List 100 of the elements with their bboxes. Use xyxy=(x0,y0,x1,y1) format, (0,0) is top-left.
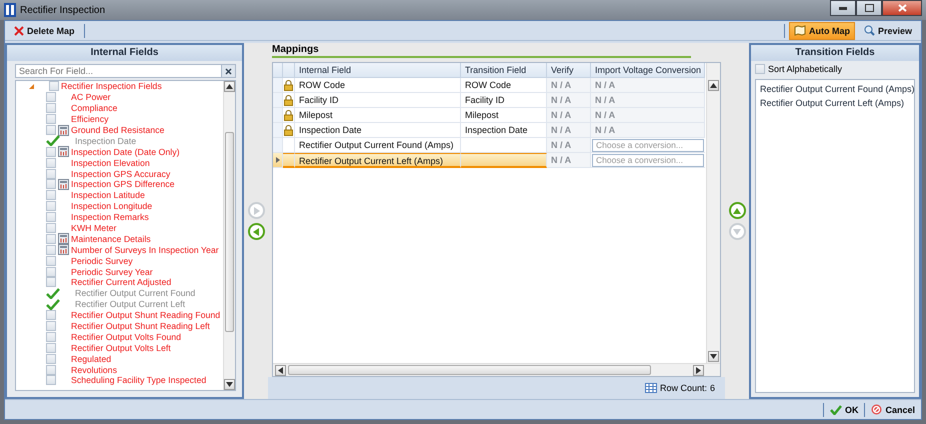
checkbox[interactable] xyxy=(46,234,56,244)
checkbox[interactable] xyxy=(46,310,56,320)
checkbox[interactable] xyxy=(46,244,56,255)
table-cell: N / A xyxy=(591,108,705,123)
checkbox[interactable] xyxy=(46,146,56,157)
tree-item[interactable]: Periodic Survey Year xyxy=(71,266,153,277)
tree-item[interactable]: Inspection Latitude xyxy=(71,190,145,200)
list-item[interactable]: Rectifier Output Current Left (Amps) xyxy=(760,98,904,109)
minimize-icon xyxy=(839,6,847,10)
tree-item[interactable]: Rectifier Output Volts Found xyxy=(71,332,182,342)
window-title: Rectifier Inspection xyxy=(20,4,106,16)
lock-icon xyxy=(284,124,293,136)
checkbox[interactable] xyxy=(46,364,56,375)
checkbox[interactable] xyxy=(46,256,56,266)
checkbox[interactable] xyxy=(46,277,56,288)
checkbox[interactable] xyxy=(46,103,56,114)
column-header[interactable]: Import Voltage Conversion xyxy=(591,63,705,78)
horizontal-scrollbar[interactable] xyxy=(273,363,720,376)
tree-item[interactable]: Efficiency xyxy=(71,114,108,124)
checkbox[interactable] xyxy=(46,342,56,353)
checkbox[interactable] xyxy=(46,92,56,102)
table-cell: Rectifier Output Current Found (Amps) xyxy=(295,138,461,153)
add-button[interactable] xyxy=(248,202,264,219)
tree-item[interactable]: Rectifier Current Adjusted xyxy=(71,277,172,288)
tree-item[interactable]: Rectifier Output Shunt Reading Left xyxy=(71,321,210,332)
scroll-down-button[interactable] xyxy=(224,379,235,390)
tree-item[interactable]: Inspection Date xyxy=(75,136,136,146)
collapse-icon[interactable] xyxy=(28,82,35,90)
tree-item[interactable]: Inspection GPS Difference xyxy=(71,179,175,190)
scroll-left-button[interactable] xyxy=(275,364,286,376)
tree-item[interactable]: Compliance xyxy=(71,103,118,114)
checkbox[interactable] xyxy=(46,190,56,200)
cancel-button[interactable]: Cancel xyxy=(869,404,917,415)
tree-item[interactable]: Rectifier Output Shunt Reading Found xyxy=(71,310,220,320)
close-button[interactable] xyxy=(882,0,922,16)
ok-button[interactable]: OK xyxy=(828,404,860,414)
tree-item[interactable]: Inspection GPS Accuracy xyxy=(71,168,170,179)
column-header[interactable]: Internal Field xyxy=(295,63,461,78)
row-selector[interactable] xyxy=(273,153,283,168)
checkbox[interactable] xyxy=(46,332,56,342)
checkbox[interactable] xyxy=(46,168,56,179)
tree-item[interactable]: Rectifier Output Current Found xyxy=(75,288,196,298)
scroll-up-button[interactable] xyxy=(224,81,235,92)
column-header[interactable]: Transition Field xyxy=(461,63,547,78)
close-icon xyxy=(898,4,906,12)
scroll-down-button[interactable] xyxy=(708,351,719,362)
table-cell: ROW Code xyxy=(295,78,461,93)
remove-button[interactable] xyxy=(248,223,264,240)
checkbox[interactable] xyxy=(46,201,56,212)
move-up-button[interactable] xyxy=(728,202,746,219)
toolbar-button[interactable]: Preview xyxy=(858,22,917,40)
conversion-dropdown[interactable]: Choose a conversion... xyxy=(592,154,704,167)
checkbox[interactable] xyxy=(46,354,56,364)
tree-item[interactable]: Ground Bed Resistance xyxy=(71,125,164,135)
row-count-label: Row Count: xyxy=(660,383,707,393)
tree-item[interactable]: Rectifier Output Volts Left xyxy=(71,342,171,353)
checkbox[interactable] xyxy=(46,223,56,234)
delete-map-button[interactable]: Delete Map xyxy=(9,22,80,40)
scroll-up-button[interactable] xyxy=(708,80,719,91)
checkbox[interactable] xyxy=(755,64,765,74)
checkbox[interactable] xyxy=(46,158,56,168)
scrollbar[interactable] xyxy=(223,81,235,390)
column-header[interactable]: Verify xyxy=(547,63,591,78)
back-icon xyxy=(252,228,260,236)
arrow-right-icon xyxy=(696,366,701,374)
checkbox[interactable] xyxy=(46,125,56,135)
scroll-right-button[interactable] xyxy=(693,364,704,376)
tree-item[interactable]: Periodic Survey xyxy=(71,256,133,266)
checkbox[interactable] xyxy=(46,375,56,386)
tree-item[interactable]: Rectifier Inspection Fields xyxy=(61,81,162,92)
checkbox[interactable] xyxy=(46,114,56,124)
toolbar-button[interactable]: Auto Map xyxy=(788,22,855,40)
tree-item[interactable]: Scheduling Facility Type Inspected xyxy=(71,375,206,386)
scrollbar[interactable] xyxy=(706,63,720,363)
search-field[interactable]: Search For Field... xyxy=(15,64,222,78)
tree-item[interactable]: KWH Meter xyxy=(71,223,116,234)
tree-item[interactable]: Inspection Date (Date Only) xyxy=(71,146,180,157)
checkbox-label: Sort Alphabetically xyxy=(768,64,842,74)
checkbox[interactable] xyxy=(49,81,59,92)
checkbox[interactable] xyxy=(46,212,56,222)
checkbox[interactable] xyxy=(46,179,56,190)
conversion-dropdown[interactable]: Choose a conversion... xyxy=(592,139,704,152)
table-cell: Inspection Date xyxy=(295,123,461,138)
tree-item[interactable]: Revolutions xyxy=(71,364,117,375)
clear-button[interactable] xyxy=(222,64,236,78)
minimize-button[interactable] xyxy=(830,0,856,16)
tree-item[interactable]: Rectifier Output Current Left xyxy=(75,299,186,310)
tree-item[interactable]: Regulated xyxy=(71,354,112,364)
tree-item[interactable]: Maintenance Details xyxy=(71,234,151,244)
maximize-button[interactable] xyxy=(856,0,882,16)
up-icon xyxy=(733,208,741,214)
list-item[interactable]: Rectifier Output Current Found (Amps) xyxy=(760,84,915,95)
checkbox[interactable] xyxy=(46,321,56,332)
tree-item[interactable]: Inspection Elevation xyxy=(71,158,150,168)
checkbox[interactable] xyxy=(46,266,56,277)
tree-item[interactable]: Inspection Longitude xyxy=(71,201,152,212)
tree-item[interactable]: Number of Surveys In Inspection Year xyxy=(71,244,219,255)
tree-item[interactable]: AC Power xyxy=(71,92,111,102)
tree-item[interactable]: Inspection Remarks xyxy=(71,212,149,222)
move-down-button[interactable] xyxy=(728,223,746,240)
